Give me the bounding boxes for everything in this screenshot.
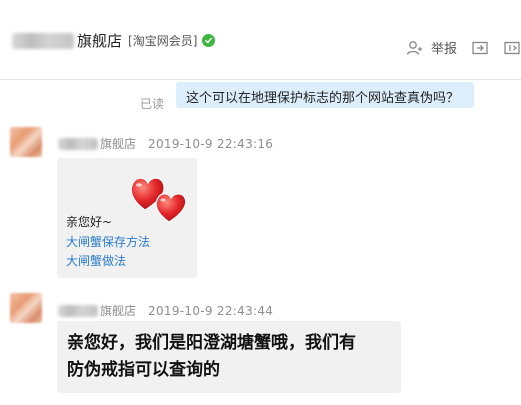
hearts-sticker <box>130 177 187 223</box>
incoming-message: 亲您好，我们是阳澄湖塘蟹哦，我们有 防伪戒指可以查询的 <box>57 321 401 393</box>
chat-header: 旗舰店 [淘宝网会员] 举报 <box>0 0 521 80</box>
collapse-icon[interactable] <box>503 39 521 57</box>
blurred-sender-prefix <box>58 137 98 150</box>
header-toolbar: 举报 <box>405 38 521 57</box>
sender-name: 旗舰店 <box>100 137 137 151</box>
user-plus-icon[interactable] <box>405 39 423 57</box>
read-status: 已读 <box>140 97 165 111</box>
report-button[interactable]: 举报 <box>431 38 457 57</box>
message-line: 防伪戒指可以查询的 <box>67 360 220 380</box>
member-tag: [淘宝网会员] <box>128 34 198 48</box>
avatar[interactable] <box>10 293 42 323</box>
crab-storage-link[interactable]: 大闸蟹保存方法 <box>66 233 150 250</box>
avatar[interactable] <box>10 127 42 157</box>
message-time: 2019-10-9 22:43:44 <box>148 303 274 318</box>
sender-name: 旗舰店 <box>100 304 137 318</box>
incoming-message: 亲您好~ 大闸蟹保存方法 大闸蟹做法 <box>57 158 197 278</box>
blurred-shop-prefix <box>12 32 74 49</box>
crab-recipe-link[interactable]: 大闸蟹做法 <box>66 252 126 269</box>
verified-icon <box>202 34 216 47</box>
blurred-sender-prefix <box>58 304 98 317</box>
message-time: 2019-10-9 22:43:16 <box>148 136 274 151</box>
message-meta: 旗舰店 2019-10-9 22:43:44 <box>58 302 273 319</box>
outgoing-message: 这个可以在地理保护标志的那个网站查真伪吗？ <box>176 82 474 108</box>
greeting-text: 亲您好~ <box>66 215 113 229</box>
share-icon[interactable] <box>471 39 489 57</box>
message-line: 亲您好，我们是阳澄湖塘蟹哦，我们有 <box>67 333 356 353</box>
shop-name[interactable]: 旗舰店 <box>77 30 122 51</box>
message-meta: 旗舰店 2019-10-9 22:43:16 <box>58 135 273 152</box>
shop-name-row: 旗舰店 [淘宝网会员] <box>12 30 216 51</box>
